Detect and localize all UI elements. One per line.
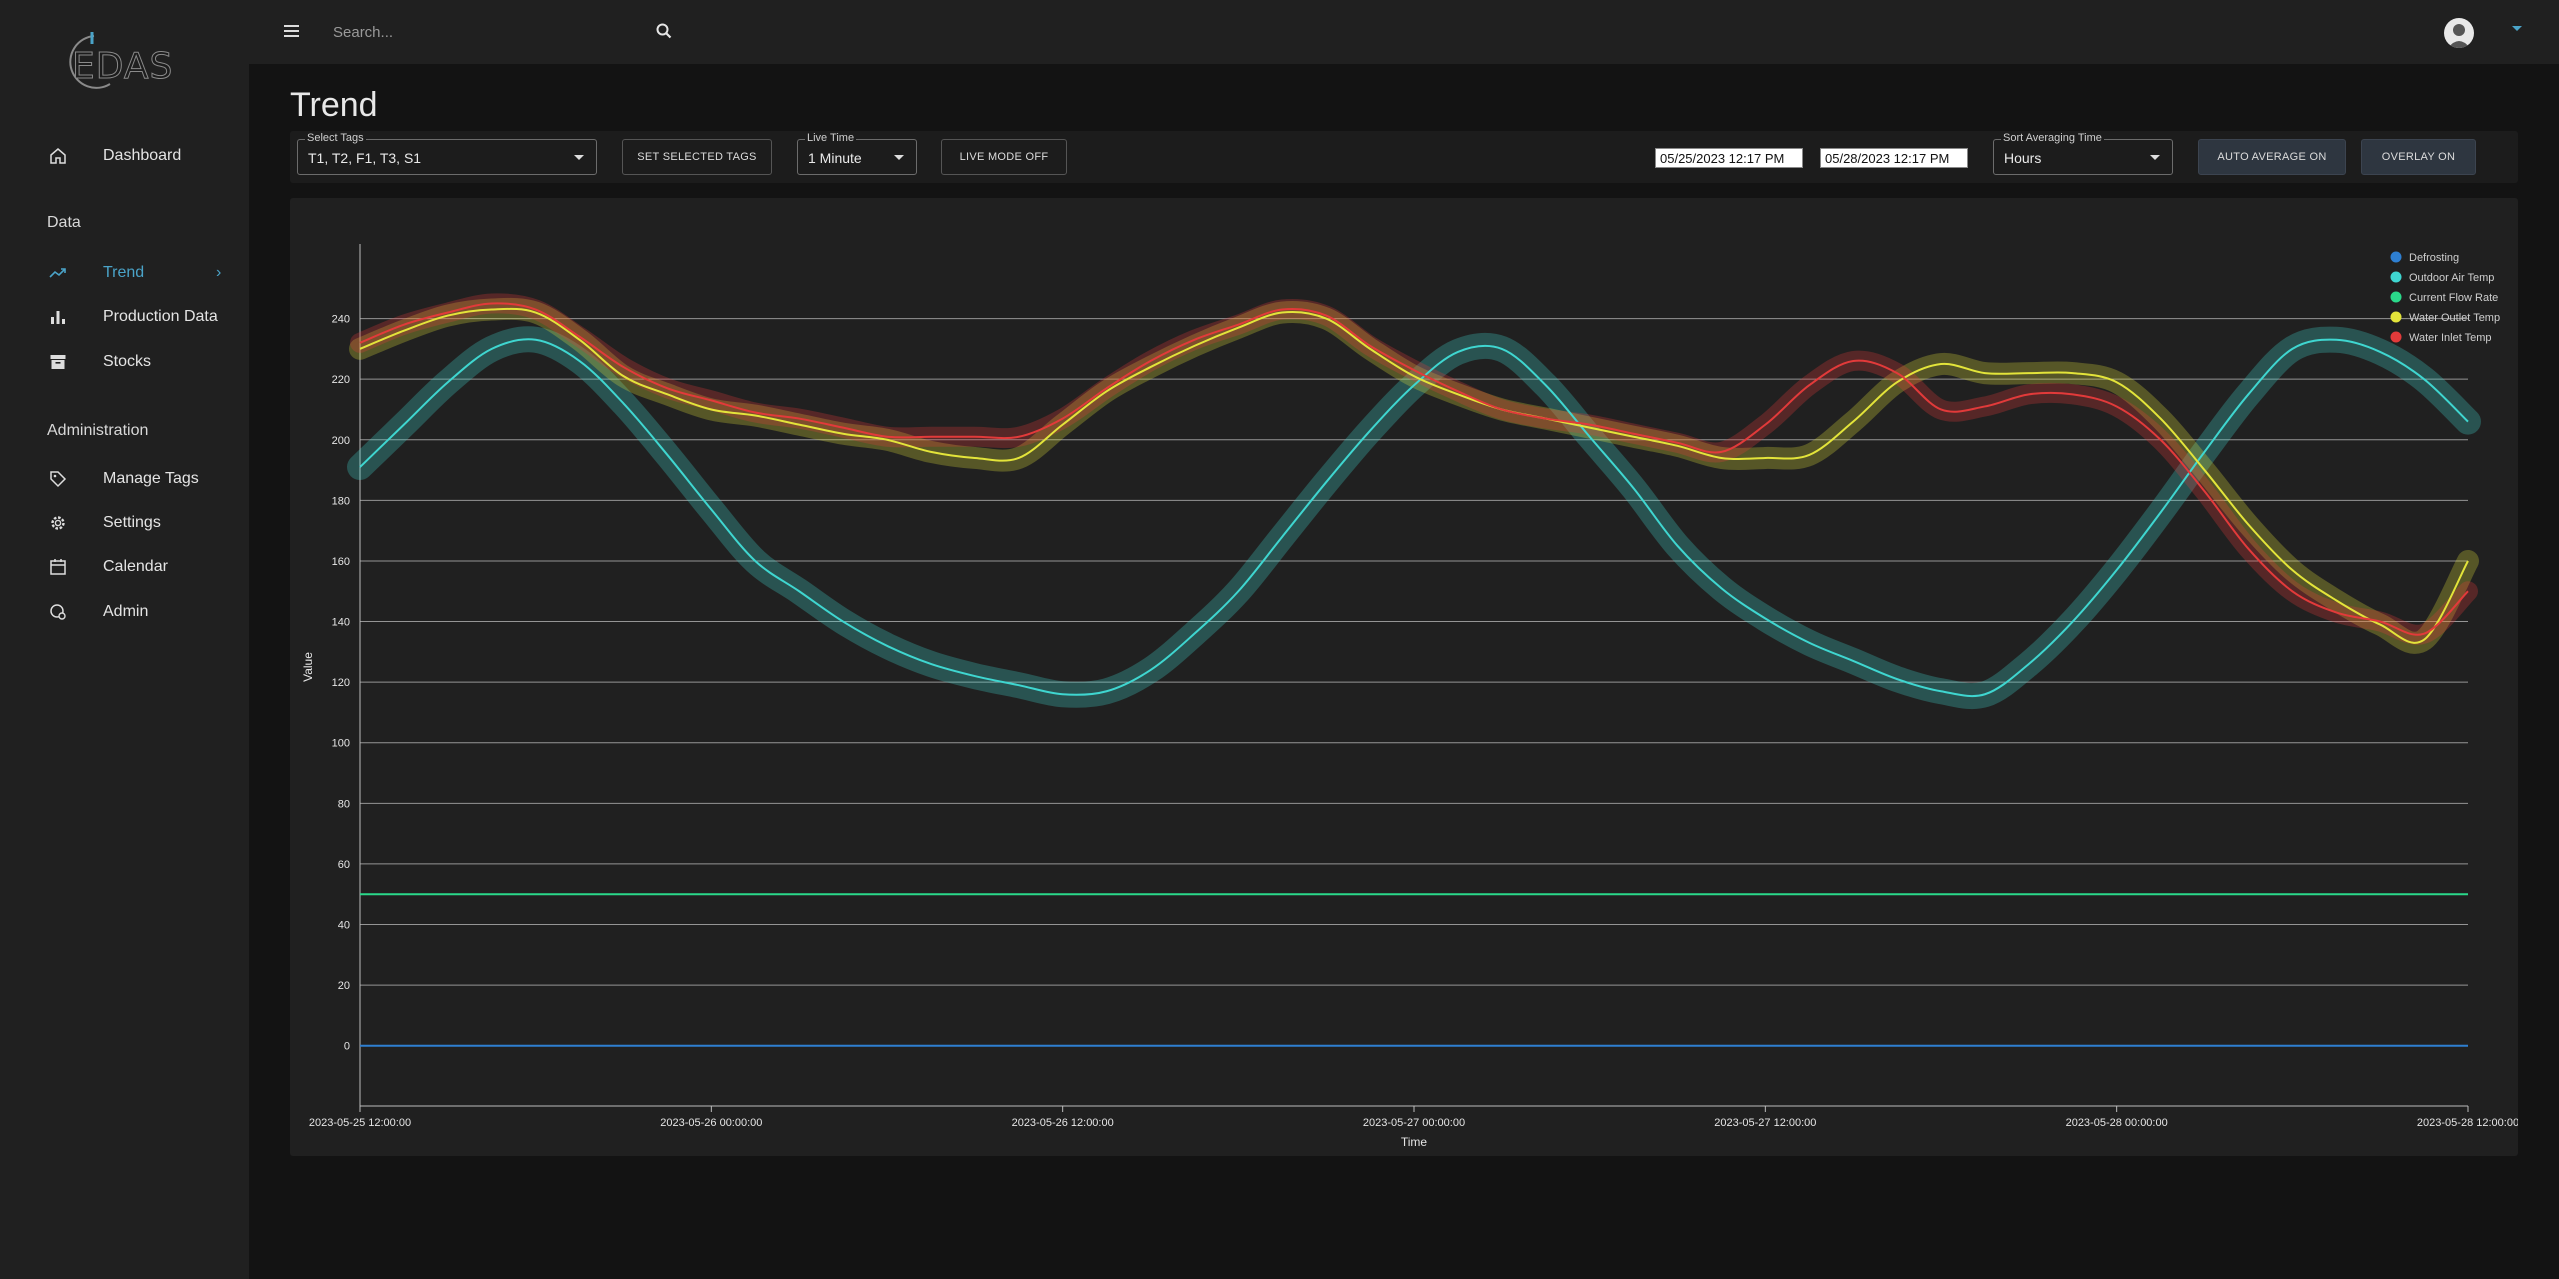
sidebar-item-label: Trend [103,264,145,281]
sidebar-item-settings[interactable]: Settings [0,505,249,541]
live-time-dropdown[interactable]: Live Time 1 Minute [797,132,917,175]
sidebar-item-manage-tags[interactable]: Manage Tags [0,461,249,497]
legend-label: Defrosting [2409,252,2459,264]
x-tick-label: 2023-05-28 12:00:00 [2417,1117,2518,1129]
select-tags-dropdown[interactable]: Select Tags T1, T2, F1, T3, S1 [297,132,597,175]
trend-chart[interactable]: 0 20 40 60 80 100 120 140 160 180 200 220 240 2023-05… [290,198,2518,1156]
set-selected-tags-button[interactable]: SET SELECTED TAGS [622,139,772,175]
y-tick-label: 20 [338,980,350,992]
select-tags-label: Select Tags [305,132,366,144]
sort-averaging-dropdown[interactable]: Sort Averaging Time Hours [1993,132,2173,175]
live-mode-button[interactable]: LIVE MODE OFF [941,139,1067,175]
select-tags-value: T1, T2, F1, T3, S1 [308,150,422,166]
sidebar-item-label: Dashboard [103,147,182,164]
trending-up-icon [48,263,68,283]
avatar[interactable] [2444,18,2474,48]
end-date-input[interactable] [1820,148,1968,168]
sidebar-item-stocks[interactable]: Stocks [0,344,249,380]
y-axis-title: Value [301,652,315,682]
legend-label: Water Inlet Temp [2409,332,2492,344]
page-title: Trend [290,86,378,124]
section-heading-administration: Administration [47,422,149,439]
sidebar-item-admin[interactable]: Admin [0,594,249,630]
archive-icon [48,352,68,372]
y-tick-label: 100 [332,738,350,750]
y-tick-label: 180 [332,495,350,507]
gear-icon [48,513,68,533]
sidebar-item-production-data[interactable]: Production Data [0,299,249,335]
sidebar-item-label: Production Data [103,308,218,325]
y-tick-label: 160 [332,556,350,568]
overlay-button[interactable]: OVERLAY ON [2361,139,2476,175]
tag-icon [48,469,68,489]
sort-averaging-label: Sort Averaging Time [2001,132,2104,144]
legend-swatch [2390,331,2402,343]
sidebar: EDAS Dashboard Data Trend › Production D… [0,0,249,1279]
chevron-down-icon [2150,155,2160,160]
legend-label: Current Flow Rate [2409,292,2498,304]
chevron-down-icon [894,155,904,160]
legend-swatch [2390,251,2402,263]
y-tick-label: 60 [338,859,350,871]
sidebar-item-label: Manage Tags [103,470,199,487]
x-tick-label: 2023-05-28 00:00:00 [2066,1117,2168,1129]
trend-chart-card: 0 20 40 60 80 100 120 140 160 180 200 220 240 2023-05… [290,198,2518,1156]
live-time-value: 1 Minute [808,150,862,166]
search-icon[interactable] [655,22,673,40]
topbar [249,0,2559,64]
sidebar-item-label: Admin [103,603,149,620]
y-tick-label: 140 [332,617,350,629]
x-tick-label: 2023-05-27 00:00:00 [1363,1117,1465,1129]
legend-swatch [2390,271,2402,283]
sidebar-item-trend[interactable]: Trend › [0,255,249,291]
y-tick-label: 240 [332,314,350,326]
sidebar-item-label: Settings [103,514,161,531]
logo-text: EDAS [71,46,174,88]
chevron-down-icon[interactable] [2512,26,2522,31]
sidebar-item-label: Calendar [103,558,168,575]
legend-label: Outdoor Air Temp [2409,272,2494,284]
chevron-down-icon [574,155,584,160]
y-tick-label: 120 [332,677,350,689]
sidebar-item-dashboard[interactable]: Dashboard [0,138,249,174]
auto-average-button[interactable]: AUTO AVERAGE ON [2198,139,2346,175]
y-tick-label: 0 [344,1041,350,1053]
x-tick-label: 2023-05-27 12:00:00 [1714,1117,1816,1129]
admin-icon [48,602,68,622]
x-tick-label: 2023-05-26 12:00:00 [1012,1117,1114,1129]
legend-label: Water Outlet Temp [2409,312,2500,324]
sidebar-item-label: Stocks [103,353,152,370]
sidebar-item-calendar[interactable]: Calendar [0,549,249,585]
legend-swatch [2390,291,2402,303]
live-time-label: Live Time [805,132,857,144]
legend-swatch [2390,311,2402,323]
section-heading-data: Data [47,214,81,231]
trend-toolbar: Select Tags T1, T2, F1, T3, S1 SET SELEC… [290,131,2518,183]
x-tick-label: 2023-05-26 00:00:00 [660,1117,762,1129]
sort-averaging-value: Hours [2004,150,2042,166]
y-tick-label: 80 [338,798,350,810]
bar-chart-icon [48,307,68,327]
app-logo[interactable]: EDAS [58,28,188,92]
search-input[interactable] [331,18,635,46]
y-tick-label: 40 [338,920,350,932]
x-tick-label: 2023-05-25 12:00:00 [309,1117,411,1129]
calendar-icon [48,557,68,577]
y-tick-label: 200 [332,435,350,447]
x-axis-title: Time [1401,1135,1428,1149]
y-tick-label: 220 [332,374,350,386]
menu-icon[interactable] [282,22,302,40]
home-icon [48,146,68,166]
start-date-input[interactable] [1655,148,1803,168]
chevron-right-icon: › [216,264,222,281]
